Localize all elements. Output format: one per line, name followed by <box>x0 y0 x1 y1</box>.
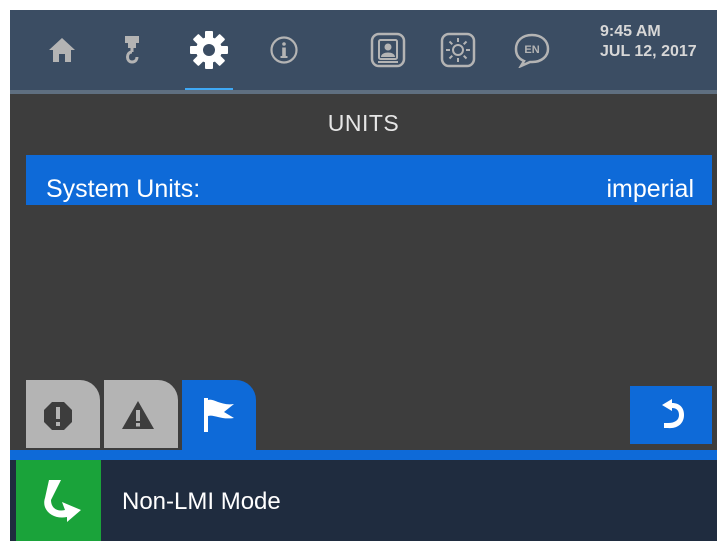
nav-operator[interactable] <box>360 22 416 78</box>
topbar-divider <box>10 90 717 94</box>
language-code: EN <box>524 44 539 56</box>
brightness-icon <box>440 32 476 68</box>
nav-brightness[interactable] <box>430 22 486 78</box>
clock-date: JUL 12, 2017 <box>600 43 697 60</box>
mode-label: Non-LMI Mode <box>122 488 281 515</box>
mode-arrow-icon <box>44 480 81 522</box>
status-bar: Non-LMI Mode <box>10 460 717 541</box>
clock-time: 9:45 AM <box>600 23 661 40</box>
nav-home[interactable] <box>34 22 90 78</box>
setting-label: System Units: <box>46 175 201 203</box>
tab-strip <box>10 450 717 460</box>
language-icon: EN <box>513 32 551 68</box>
page-title: UNITS <box>327 110 400 136</box>
tab-warnings[interactable] <box>104 380 178 448</box>
operator-id-icon <box>370 32 406 68</box>
clock: 9:45 AM JUL 12, 2017 <box>600 22 697 62</box>
gear-icon <box>189 30 229 70</box>
back-button[interactable] <box>630 386 712 444</box>
home-icon <box>47 36 77 64</box>
nav-settings[interactable] <box>181 22 237 78</box>
mode-button[interactable] <box>16 460 101 541</box>
back-arrow-icon <box>662 399 684 429</box>
info-icon <box>269 35 299 65</box>
top-nav-bar: EN 9:45 AM JUL 12, 2017 <box>10 10 717 92</box>
alarm-octagon-icon <box>44 402 72 430</box>
tab-alarms[interactable] <box>26 380 100 448</box>
tab-notices[interactable] <box>182 380 256 454</box>
nav-language[interactable]: EN <box>504 22 560 78</box>
display-screen: EN 9:45 AM JUL 12, 2017 UNITS System Uni… <box>10 10 717 541</box>
warning-triangle-icon <box>122 401 154 429</box>
flag-icon <box>204 398 234 432</box>
setting-value: imperial <box>606 175 694 203</box>
setting-row-system-units[interactable]: System Units: imperial <box>26 155 712 205</box>
nav-crane-hook[interactable] <box>104 22 160 78</box>
nav-info[interactable] <box>256 22 312 78</box>
crane-hook-icon <box>123 35 141 65</box>
